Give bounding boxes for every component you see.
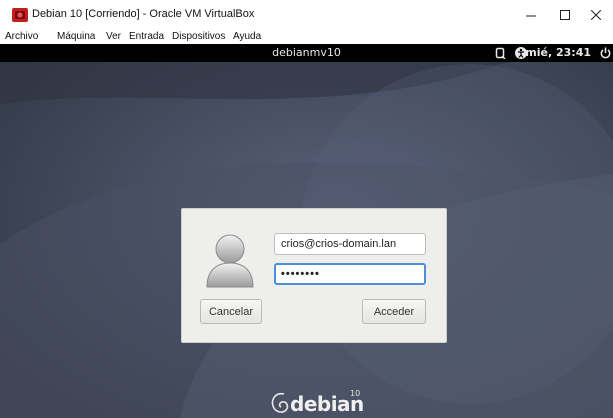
window-title: Debian 10 [Corriendo] - Oracle VM Virtua… bbox=[32, 8, 255, 20]
menu-ver[interactable]: Ver bbox=[106, 31, 121, 42]
menu-entrada[interactable]: Entrada bbox=[129, 31, 164, 42]
maximize-icon bbox=[560, 10, 570, 20]
cancel-button[interactable]: Cancelar bbox=[200, 299, 262, 324]
clock-label[interactable]: mié, 23:41 bbox=[525, 46, 591, 59]
maximize-button[interactable] bbox=[548, 0, 582, 30]
login-dialog: crios@crios-domain.lan •••••••• Cancelar… bbox=[181, 208, 447, 343]
debian-version: 10 bbox=[350, 389, 361, 398]
password-field[interactable]: •••••••• bbox=[274, 263, 426, 285]
screen-reader-icon[interactable] bbox=[495, 47, 507, 59]
gnome-top-bar: debianmv10 mié, 23:41 bbox=[0, 44, 613, 62]
login-button[interactable]: Acceder bbox=[362, 299, 426, 324]
menu-archivo[interactable]: Archivo bbox=[5, 31, 38, 42]
virtualbox-app-icon bbox=[12, 8, 28, 22]
window-titlebar: Debian 10 [Corriendo] - Oracle VM Virtua… bbox=[0, 0, 613, 30]
close-icon bbox=[591, 10, 601, 20]
minimize-button[interactable] bbox=[514, 0, 548, 30]
debian-swirl-icon bbox=[271, 392, 289, 413]
menu-ayuda[interactable]: Ayuda bbox=[233, 31, 261, 42]
power-icon[interactable] bbox=[600, 47, 611, 59]
user-avatar-icon bbox=[206, 234, 254, 288]
menu-maquina[interactable]: Máquina bbox=[57, 31, 95, 42]
vm-screen[interactable]: debianmv10 mié, 23:41 crios@crios-domain… bbox=[0, 44, 613, 418]
menu-bar: Archivo Máquina Ver Entrada Dispositivos… bbox=[0, 30, 613, 44]
menu-dispositivos[interactable]: Dispositivos bbox=[172, 31, 225, 42]
close-button[interactable] bbox=[579, 0, 613, 30]
minimize-icon bbox=[526, 15, 536, 17]
username-field[interactable]: crios@crios-domain.lan bbox=[274, 233, 426, 255]
debian-logo: debian 10 bbox=[270, 384, 364, 418]
